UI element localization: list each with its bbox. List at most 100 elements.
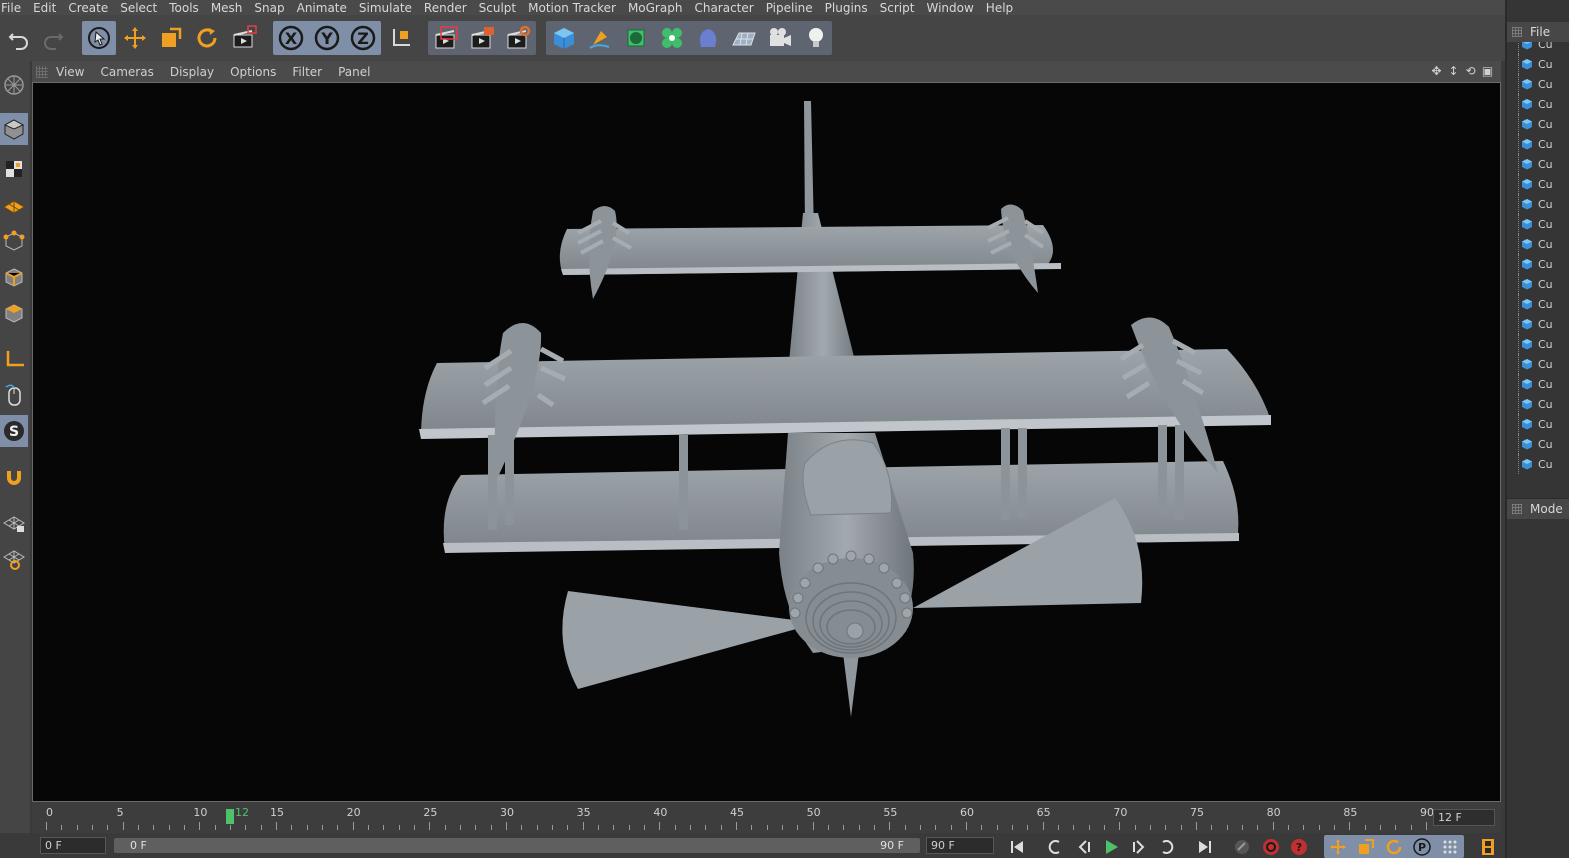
- menu-animate[interactable]: Animate: [297, 1, 353, 15]
- points-mode-button[interactable]: [0, 225, 28, 257]
- timeline-ruler[interactable]: 0 5 10 12 15 20 25 30 35 40 45 50 55 60 65 70 75 80 85 90: [46, 806, 1434, 830]
- menu-motion-tracker[interactable]: Motion Tracker: [528, 1, 622, 15]
- add-cube-button[interactable]: [547, 21, 580, 54]
- object-list-item[interactable]: Cu: [1518, 234, 1553, 254]
- object-list-item[interactable]: Cu: [1518, 94, 1553, 114]
- render-settings-button[interactable]: [501, 21, 534, 54]
- panel-grip-icon[interactable]: [36, 65, 48, 78]
- end-frame-field[interactable]: 90 F: [926, 837, 994, 854]
- menu-mograph[interactable]: MoGraph: [628, 1, 689, 15]
- cloner-button[interactable]: [655, 21, 688, 54]
- viewport-menu-filter[interactable]: Filter: [292, 65, 322, 79]
- object-list-item[interactable]: Cu: [1518, 314, 1553, 334]
- render-to-picture-viewer-button[interactable]: [465, 21, 498, 54]
- menu-tools[interactable]: Tools: [169, 1, 205, 15]
- object-list-item[interactable]: Cu: [1518, 454, 1553, 474]
- model-mode-button[interactable]: [0, 113, 28, 145]
- live-selection-button[interactable]: [82, 21, 116, 55]
- keyframe-selection-button[interactable]: ?: [1287, 836, 1311, 857]
- menu-simulate[interactable]: Simulate: [359, 1, 418, 15]
- viewport-menu-options[interactable]: Options: [230, 65, 276, 79]
- viewport-menu-display[interactable]: Display: [170, 65, 214, 79]
- zoom-view-icon[interactable]: ↕: [1446, 63, 1461, 79]
- object-list-item[interactable]: Cu: [1518, 414, 1553, 434]
- object-list-item[interactable]: Cu: [1518, 154, 1553, 174]
- locked-workplane-button[interactable]: [0, 507, 28, 539]
- camera-button[interactable]: [763, 21, 796, 54]
- floor-button[interactable]: [727, 21, 760, 54]
- rotate-view-icon[interactable]: ⟲: [1463, 63, 1478, 79]
- undo-button[interactable]: [2, 21, 35, 54]
- scale-tool-button[interactable]: [154, 21, 187, 54]
- deformer-button[interactable]: [691, 21, 724, 54]
- maximize-view-icon[interactable]: ▣: [1480, 63, 1495, 79]
- object-manager-file-menu[interactable]: File: [1530, 25, 1550, 39]
- menu-create[interactable]: Create: [68, 1, 114, 15]
- recent-tools-button[interactable]: [227, 21, 260, 54]
- coordinate-system-button[interactable]: [384, 21, 417, 54]
- menu-help[interactable]: Help: [986, 1, 1019, 15]
- object-list-item[interactable]: Cu: [1518, 74, 1553, 94]
- object-list-item[interactable]: Cu: [1518, 394, 1553, 414]
- menu-snap[interactable]: Snap: [254, 1, 290, 15]
- move-tool-button[interactable]: [118, 21, 151, 54]
- object-list-item[interactable]: Cu: [1518, 42, 1553, 54]
- x-axis-button[interactable]: X: [274, 21, 307, 54]
- menu-mesh[interactable]: Mesh: [211, 1, 249, 15]
- polygons-mode-button[interactable]: [0, 297, 28, 329]
- menu-select[interactable]: Select: [120, 1, 163, 15]
- texture-mode-button[interactable]: [0, 153, 28, 185]
- previous-key-button[interactable]: [1043, 836, 1067, 857]
- autokeying-button[interactable]: [1259, 836, 1283, 857]
- viewport-menu-cameras[interactable]: Cameras: [100, 65, 153, 79]
- rotate-tool-button[interactable]: [190, 21, 223, 54]
- menu-window[interactable]: Window: [926, 1, 979, 15]
- object-list-item[interactable]: Cu: [1518, 374, 1553, 394]
- object-list-item[interactable]: Cu: [1518, 254, 1553, 274]
- next-key-button[interactable]: [1155, 836, 1179, 857]
- viewport-menu-view[interactable]: View: [56, 65, 84, 79]
- go-to-end-button[interactable]: [1193, 836, 1217, 857]
- z-axis-button[interactable]: Z: [346, 21, 379, 54]
- redo-button[interactable]: [36, 21, 69, 54]
- make-editable-button[interactable]: [0, 69, 28, 101]
- key-rotation-button[interactable]: [1382, 836, 1406, 857]
- snapping-button[interactable]: [0, 461, 28, 493]
- menu-pipeline[interactable]: Pipeline: [766, 1, 819, 15]
- solo-mode-button[interactable]: S: [0, 415, 28, 447]
- object-list-item[interactable]: Cu: [1518, 334, 1553, 354]
- menu-file[interactable]: File: [1, 1, 27, 15]
- attribute-mode-menu[interactable]: Mode: [1530, 502, 1563, 516]
- axis-mode-button[interactable]: [0, 343, 28, 375]
- preview-range-slider[interactable]: 0 F 90 F: [114, 838, 920, 853]
- render-view-button[interactable]: [429, 21, 462, 54]
- menu-sculpt[interactable]: Sculpt: [479, 1, 522, 15]
- move-view-icon[interactable]: ✥: [1429, 63, 1444, 79]
- start-frame-field[interactable]: 0 F: [40, 837, 106, 854]
- planar-workplane-button[interactable]: [0, 543, 28, 575]
- subdivision-surface-button[interactable]: [619, 21, 652, 54]
- key-pla-button[interactable]: [1438, 836, 1462, 857]
- timeline-window-button[interactable]: [1476, 836, 1500, 857]
- go-to-start-button[interactable]: [1005, 836, 1029, 857]
- workplane-mode-button[interactable]: [0, 189, 28, 221]
- menu-edit[interactable]: Edit: [33, 1, 62, 15]
- panel-grip-icon[interactable]: [1512, 504, 1522, 514]
- menu-character[interactable]: Character: [694, 1, 759, 15]
- object-list-item[interactable]: Cu: [1518, 174, 1553, 194]
- tweak-mode-button[interactable]: [0, 379, 28, 411]
- play-button[interactable]: [1099, 836, 1123, 857]
- object-list-item[interactable]: Cu: [1518, 214, 1553, 234]
- object-list[interactable]: Cu Cu Cu Cu Cu Cu Cu Cu Cu Cu Cu Cu Cu Cu Cu Cu Cu Cu Cu Cu…: [1507, 42, 1569, 492]
- panel-grip-icon[interactable]: [1512, 27, 1522, 37]
- key-parameter-button[interactable]: P: [1410, 836, 1434, 857]
- key-position-button[interactable]: [1326, 836, 1350, 857]
- object-list-item[interactable]: Cu: [1518, 134, 1553, 154]
- object-list-item[interactable]: Cu: [1518, 354, 1553, 374]
- object-list-item[interactable]: Cu: [1518, 114, 1553, 134]
- object-list-item[interactable]: Cu: [1518, 294, 1553, 314]
- menu-render[interactable]: Render: [424, 1, 473, 15]
- menu-script[interactable]: Script: [880, 1, 921, 15]
- next-frame-button[interactable]: [1127, 836, 1151, 857]
- object-list-item[interactable]: Cu: [1518, 434, 1553, 454]
